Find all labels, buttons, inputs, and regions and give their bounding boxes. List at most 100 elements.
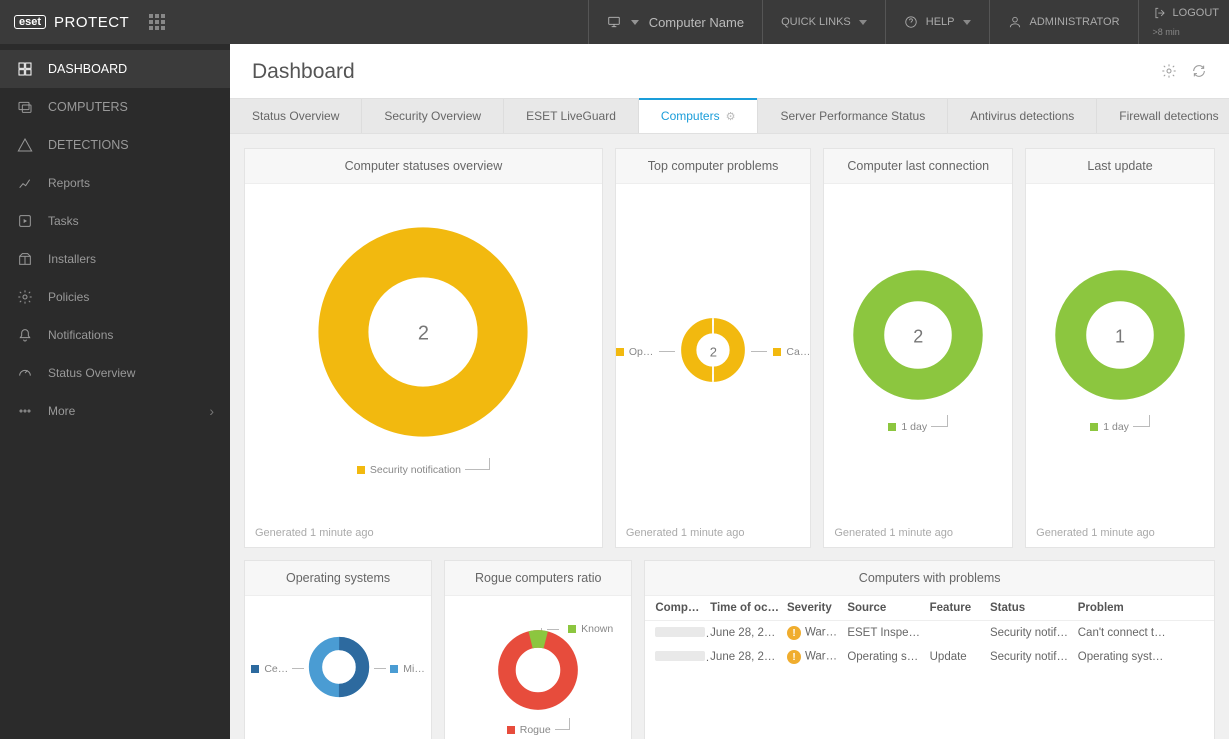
- card-last-update[interactable]: Last update 1 1 day: [1025, 148, 1215, 548]
- col-severity[interactable]: Severity: [787, 602, 847, 614]
- gear-icon[interactable]: ⚙: [726, 111, 736, 123]
- warning-icon: [16, 136, 34, 154]
- monitor-icon: [607, 15, 621, 29]
- col-computer-name[interactable]: Computer name: [655, 602, 710, 614]
- tab-server-performance[interactable]: Server Performance Status: [758, 99, 948, 133]
- sidebar-item-label: More: [48, 404, 75, 418]
- chevron-down-icon: [859, 20, 867, 25]
- donut-center-value: 2: [418, 322, 429, 345]
- sidebar-item-label: Notifications: [48, 328, 113, 342]
- problems-table: Computer name Time of occurrence Severit…: [645, 596, 1214, 669]
- donut-chart: 2: [681, 318, 745, 385]
- donut-center-value: 2: [913, 326, 923, 347]
- refresh-button[interactable]: [1191, 63, 1207, 82]
- card-statuses-overview[interactable]: Computer statuses overview 2 Security no…: [244, 148, 603, 548]
- dashboard-tabs: Status Overview Security Overview ESET L…: [230, 98, 1229, 134]
- cell-time: June 28, 2022 …: [710, 651, 787, 663]
- legend-label: 1 day: [901, 421, 927, 433]
- donut-chart: [497, 629, 579, 714]
- computer-search[interactable]: Computer Name: [588, 0, 762, 44]
- help-icon: [904, 15, 918, 29]
- card-title: Computers with problems: [645, 561, 1214, 596]
- logout-button[interactable]: LOGOUT >8 min: [1138, 0, 1229, 44]
- brand-logo: eset: [14, 15, 46, 29]
- card-operating-systems[interactable]: Operating systems Ce…: [244, 560, 432, 739]
- card-problems-table[interactable]: Computers with problems Computer name Ti…: [644, 560, 1215, 739]
- col-source[interactable]: Source: [847, 602, 929, 614]
- sidebar-item-label: Policies: [48, 290, 89, 304]
- card-title: Computer statuses overview: [245, 149, 602, 184]
- legend-label: Ca…: [786, 346, 810, 358]
- card-rogue-ratio[interactable]: Rogue computers ratio Known R: [444, 560, 632, 739]
- sidebar-item-status-overview[interactable]: Status Overview: [0, 354, 230, 392]
- cell-time: June 28, 2022 …: [710, 627, 787, 639]
- tab-label: Status Overview: [252, 109, 339, 123]
- quick-links-label: QUICK LINKS: [781, 16, 851, 28]
- sidebar-item-computers[interactable]: COMPUTERS: [0, 88, 230, 126]
- user-icon: [1008, 15, 1022, 29]
- col-problem[interactable]: Problem: [1078, 602, 1204, 614]
- sidebar-item-installers[interactable]: Installers: [0, 240, 230, 278]
- card-title: Top computer problems: [616, 149, 810, 184]
- apps-grid-icon[interactable]: [149, 14, 165, 30]
- table-row[interactable]: June 28, 2022 … !Warning Operating syst……: [645, 645, 1214, 669]
- quick-links-menu[interactable]: QUICK LINKS: [762, 0, 885, 44]
- tab-computers[interactable]: Computers ⚙: [639, 99, 759, 133]
- tab-firewall[interactable]: Firewall detections: [1097, 99, 1229, 133]
- warning-icon: !: [787, 650, 801, 664]
- brand[interactable]: eset PROTECT: [0, 14, 143, 31]
- cell-source: ESET Inspect C…: [847, 627, 929, 639]
- search-placeholder: Computer Name: [649, 15, 744, 30]
- col-feature[interactable]: Feature: [930, 602, 990, 614]
- card-top-problems[interactable]: Top computer problems Op…: [615, 148, 811, 548]
- logout-icon: [1153, 6, 1167, 20]
- admin-menu[interactable]: ADMINISTRATOR: [989, 0, 1138, 44]
- settings-button[interactable]: [1161, 63, 1177, 82]
- sidebar-item-reports[interactable]: Reports: [0, 164, 230, 202]
- more-icon: [16, 402, 34, 420]
- tab-label: Antivirus detections: [970, 109, 1074, 123]
- sidebar-item-more[interactable]: More ›: [0, 392, 230, 430]
- card-footer: Generated 1 minute ago: [824, 519, 1012, 547]
- cell-problem: Can't connect t…: [1078, 627, 1204, 639]
- legend-label: Mi…: [403, 663, 425, 675]
- sidebar-item-dashboard[interactable]: DASHBOARD: [0, 50, 230, 88]
- table-row[interactable]: June 28, 2022 … !Warning ESET Inspect C……: [645, 621, 1214, 645]
- card-title: Rogue computers ratio: [445, 561, 631, 596]
- tab-security-overview[interactable]: Security Overview: [362, 99, 504, 133]
- dashboard-icon: [16, 60, 34, 78]
- help-menu[interactable]: HELP: [885, 0, 989, 44]
- donut-chart: 1: [1055, 270, 1185, 403]
- col-status[interactable]: Status: [990, 602, 1078, 614]
- sidebar-item-tasks[interactable]: Tasks: [0, 202, 230, 240]
- cell-status: Security notific…: [990, 651, 1078, 663]
- tab-status-overview[interactable]: Status Overview: [230, 99, 362, 133]
- warning-icon: !: [787, 626, 801, 640]
- admin-label: ADMINISTRATOR: [1030, 16, 1120, 28]
- card-footer: Generated 1 minute ago: [1026, 519, 1214, 547]
- sidebar-item-label: Reports: [48, 176, 90, 190]
- tab-label: Server Performance Status: [780, 109, 925, 123]
- tab-label: Firewall detections: [1119, 109, 1218, 123]
- sidebar-item-policies[interactable]: Policies: [0, 278, 230, 316]
- tab-antivirus[interactable]: Antivirus detections: [948, 99, 1097, 133]
- card-last-connection[interactable]: Computer last connection 2 1 day: [823, 148, 1013, 548]
- logout-label: LOGOUT: [1173, 7, 1219, 19]
- sidebar-item-label: DETECTIONS: [48, 138, 129, 152]
- main-content: Dashboard Status Overview Security Overv…: [230, 44, 1229, 739]
- top-bar: eset PROTECT Computer Name QUICK LINKS H…: [0, 0, 1229, 44]
- redacted-name: [655, 627, 705, 637]
- col-time[interactable]: Time of occurrence: [710, 602, 787, 614]
- gear-icon: [16, 288, 34, 306]
- cell-problem: Operating syst…: [1078, 651, 1204, 663]
- card-title: Last update: [1026, 149, 1214, 184]
- sidebar-item-notifications[interactable]: Notifications: [0, 316, 230, 354]
- donut-chart: 2: [318, 227, 528, 440]
- tab-liveguard[interactable]: ESET LiveGuard: [504, 99, 639, 133]
- bell-icon: [16, 326, 34, 344]
- cell-feature: Update: [930, 651, 990, 663]
- package-icon: [16, 250, 34, 268]
- speed-icon: [16, 364, 34, 382]
- sidebar-item-detections[interactable]: DETECTIONS: [0, 126, 230, 164]
- tab-label: Computers: [661, 109, 720, 123]
